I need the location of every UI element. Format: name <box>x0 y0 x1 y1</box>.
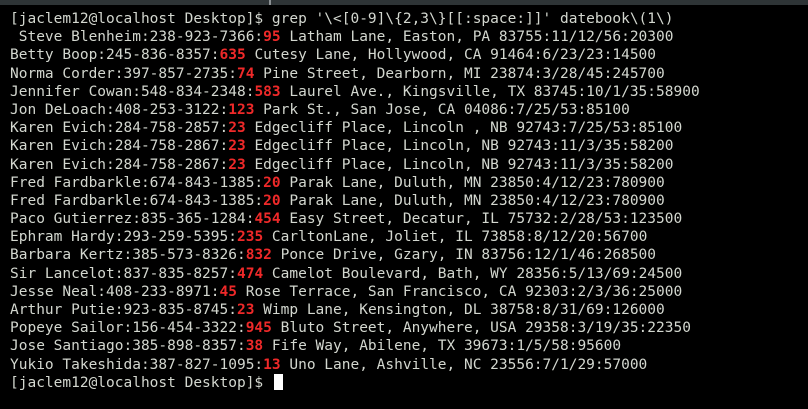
match-highlight: 454 <box>254 211 281 228</box>
output-row: Jon DeLoach:408-253-3122:123 Park St., S… <box>10 101 808 119</box>
row-suffix: Camelot Boulevard, Bath, WY 28356:5/13/6… <box>263 265 683 282</box>
row-prefix: Jose Santiago:385-898-8357: <box>10 338 246 355</box>
row-prefix: Ephram Hardy:293-259-5395: <box>10 229 237 246</box>
output-row: Paco Gutierrez:835-365-1284:454 Easy Str… <box>10 210 808 228</box>
match-highlight: 23 <box>228 120 246 137</box>
match-highlight: 474 <box>236 265 264 282</box>
match-highlight: 95 <box>263 29 281 46</box>
output-row: Fred Fardbarkle:674-843-1385:20 Parak La… <box>10 174 808 192</box>
output-row: Jesse Neal:408-233-8971:45 Rose Terrace,… <box>10 283 808 301</box>
match-highlight: 945 <box>245 320 272 337</box>
row-prefix: Karen Evich:284-758-2867: <box>10 138 229 155</box>
match-highlight: 635 <box>219 47 246 64</box>
terminal-output[interactable]: [jaclem12@localhost Desktop]$ grep '\<[0… <box>10 10 808 392</box>
row-suffix: Edgecliff Place, Lincoln , NB 92743:7/25… <box>245 120 683 137</box>
row-prefix: Jon DeLoach:408-253-3122: <box>10 101 229 118</box>
row-suffix: Ponce Drive, Gzary, IN 83756:12/1/46:268… <box>271 247 657 264</box>
row-prefix: Paco Gutierrez:835-365-1284: <box>10 211 255 228</box>
row-suffix: Edgecliff Place, Lincoln, NB 92743:11/3/… <box>245 156 674 173</box>
row-prefix: Norma Corder:397-857-2735: <box>10 65 237 82</box>
command-text: grep '\<[0-9]\{2,3\}[[:space:]]' dateboo… <box>271 11 674 27</box>
output-row: Popeye Sailor:156-454-3322:945 Bluto Str… <box>10 319 808 337</box>
terminal-window[interactable]: { "terminal": { "command_prompt": "[jacl… <box>0 0 808 409</box>
row-suffix: Rose Terrace, San Francisco, CA 92303:2/… <box>236 283 683 300</box>
match-highlight: 20 <box>263 192 281 209</box>
command-prompt: [jaclem12@localhost Desktop]$ <box>10 11 272 27</box>
match-highlight: 832 <box>245 247 272 264</box>
row-prefix: Steve Blenheim:238-923-7366: <box>10 29 264 46</box>
row-prefix: Popeye Sailor:156-454-3322: <box>10 320 246 337</box>
match-highlight: 123 <box>228 101 255 118</box>
row-suffix: Pine Street, Dearborn, MI 23874:3/28/45:… <box>254 65 665 82</box>
output-row: Jose Santiago:385-898-8357:38 Fife Way, … <box>10 337 808 355</box>
row-suffix: Wimp Lane, Kensington, DL 38758:8/31/69:… <box>254 302 665 318</box>
row-prefix: Jennifer Cowan:548-834-2348: <box>10 83 255 100</box>
output-row: Karen Evich:284-758-2867:23 Edgecliff Pl… <box>10 137 808 155</box>
output-row: Betty Boop:245-836-8357:635 Cutesy Lane,… <box>10 46 808 64</box>
match-highlight: 23 <box>236 302 255 318</box>
output-row: Steve Blenheim:238-923-7366:95 Latham La… <box>10 28 808 46</box>
match-highlight: 20 <box>263 174 281 191</box>
row-prefix: Fred Fardbarkle:674-843-1385: <box>10 174 264 191</box>
row-prefix: Karen Evich:284-758-2857: <box>10 120 229 137</box>
output-row: Ephram Hardy:293-259-5395:235 CarltonLan… <box>10 228 808 246</box>
final-prompt-line[interactable]: [jaclem12@localhost Desktop]$ <box>10 373 808 392</box>
row-suffix: Parak Lane, Duluth, MN 23850:4/12/23:780… <box>280 192 665 209</box>
row-prefix: Karen Evich:284-758-2867: <box>10 156 229 173</box>
row-suffix: CarltonLane, Joliet, IL 73858:8/12/20:56… <box>263 229 648 246</box>
row-prefix: Arthur Putie:923-835-8745: <box>10 302 237 318</box>
match-highlight: 23 <box>228 138 246 155</box>
match-highlight: 235 <box>236 229 264 246</box>
row-suffix: Bluto Street, Anywhere, USA 29358:3/19/3… <box>271 320 691 337</box>
match-highlight: 74 <box>236 65 255 82</box>
match-highlight: 583 <box>254 83 281 100</box>
row-prefix: Yukio Takeshida:387-827-1095: <box>10 356 264 373</box>
output-row: Karen Evich:284-758-2857:23 Edgecliff Pl… <box>10 119 808 137</box>
row-prefix: Barbara Kertz:385-573-8326: <box>10 247 246 264</box>
output-row: Karen Evich:284-758-2867:23 Edgecliff Pl… <box>10 156 808 174</box>
row-prefix: Fred Fardbarkle:674-843-1385: <box>10 192 264 209</box>
row-suffix: Laurel Ave., Kingsville, TX 83745:10/1/3… <box>280 83 700 100</box>
output-row: Yukio Takeshida:387-827-1095:13 Uno Lane… <box>10 356 808 374</box>
output-row: Fred Fardbarkle:674-843-1385:20 Parak La… <box>10 192 808 210</box>
match-highlight: 38 <box>245 338 264 355</box>
row-suffix: Uno Lane, Ashville, NC 23556:7/1/29:5700… <box>280 356 648 373</box>
row-suffix: Parak Lane, Duluth, MN 23850:4/12/23:780… <box>280 174 665 191</box>
row-prefix: Sir Lancelot:837-835-8257: <box>10 265 237 282</box>
output-rows: Steve Blenheim:238-923-7366:95 Latham La… <box>10 28 808 374</box>
match-highlight: 23 <box>228 156 246 173</box>
match-highlight: 45 <box>219 283 237 300</box>
row-suffix: Park St., San Jose, CA 04086:7/25/53:851… <box>254 101 630 118</box>
final-prompt: [jaclem12@localhost Desktop]$ <box>10 374 272 391</box>
command-line: [jaclem12@localhost Desktop]$ grep '\<[0… <box>10 10 808 28</box>
output-row: Sir Lancelot:837-835-8257:474 Camelot Bo… <box>10 265 808 283</box>
row-suffix: Easy Street, Decatur, IL 75732:2/28/53:1… <box>280 211 683 228</box>
match-highlight: 13 <box>263 356 281 373</box>
row-suffix: Fife Way, Abilene, TX 39673:1/5/58:95600 <box>263 338 622 355</box>
output-row: Jennifer Cowan:548-834-2348:583 Laurel A… <box>10 83 808 101</box>
row-suffix: Cutesy Lane, Hollywood, CA 91464:6/23/23… <box>245 47 657 64</box>
output-row: Barbara Kertz:385-573-8326:832 Ponce Dri… <box>10 246 808 264</box>
row-suffix: Edgecliff Place, Lincoln, NB 92743:11/3/… <box>245 138 674 155</box>
tab-divider <box>269 0 271 5</box>
output-row: Norma Corder:397-857-2735:74 Pine Street… <box>10 65 808 83</box>
output-row: Arthur Putie:923-835-8745:23 Wimp Lane, … <box>10 301 808 319</box>
text-cursor <box>273 373 283 390</box>
row-prefix: Betty Boop:245-836-8357: <box>10 47 220 64</box>
window-top-strip <box>0 0 808 5</box>
row-prefix: Jesse Neal:408-233-8971: <box>10 283 220 300</box>
row-suffix: Latham Lane, Easton, PA 83755:11/12/56:2… <box>280 29 674 46</box>
